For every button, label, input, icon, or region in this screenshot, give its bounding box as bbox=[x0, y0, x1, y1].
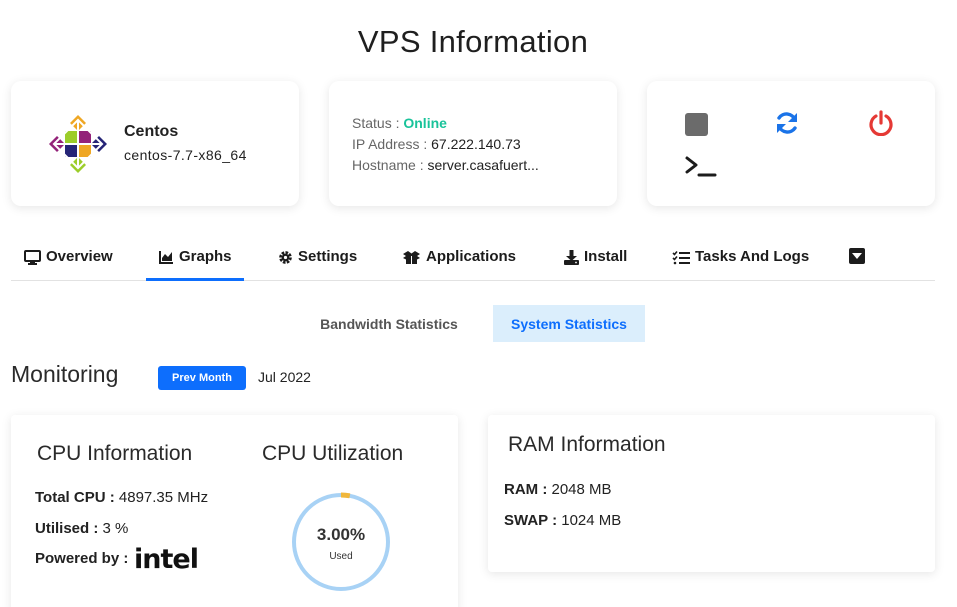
tab-label: Applications bbox=[426, 248, 517, 265]
tab-install[interactable]: Install bbox=[564, 248, 627, 281]
status-card: Status : Online IP Address : 67.222.140.… bbox=[329, 81, 617, 206]
ram-value: 2048 MB bbox=[551, 481, 612, 498]
restart-button[interactable] bbox=[773, 109, 801, 137]
ram-row: RAM : 2048 MB bbox=[504, 481, 612, 498]
swap-row: SWAP : 1024 MB bbox=[504, 512, 621, 529]
terminal-icon bbox=[685, 156, 717, 177]
tab-label: Install bbox=[584, 248, 628, 265]
total-cpu-value: 4897.35 MHz bbox=[118, 489, 209, 506]
tab-graphs[interactable]: Graphs bbox=[146, 248, 244, 281]
cpu-utilization-title: CPU Utilization bbox=[262, 442, 404, 465]
month-label: Jul 2022 bbox=[258, 369, 311, 385]
console-button[interactable] bbox=[683, 153, 719, 181]
os-name: Centos bbox=[124, 123, 179, 140]
utilised-row: Utilised : 3 % bbox=[35, 520, 128, 537]
subtab-system-statistics[interactable]: System Statistics bbox=[493, 305, 645, 342]
ip-label: IP Address : bbox=[352, 136, 428, 152]
tab-label: Tasks And Logs bbox=[695, 248, 810, 265]
subtab-bandwidth-statistics[interactable]: Bandwidth Statistics bbox=[305, 305, 473, 342]
gear-icon bbox=[279, 251, 292, 264]
utilised-value: 3 % bbox=[102, 520, 129, 537]
intel-logo: intel bbox=[134, 544, 199, 575]
actions-card bbox=[647, 81, 935, 206]
gauge-value: 3.00% bbox=[316, 525, 366, 544]
status-row: Status : Online bbox=[352, 113, 539, 134]
tab-settings[interactable]: Settings bbox=[278, 248, 357, 281]
swap-label: SWAP : bbox=[504, 512, 558, 529]
status-label: Status : bbox=[352, 115, 400, 131]
tasks-icon bbox=[672, 250, 690, 265]
os-version: centos-7.7-x86_64 bbox=[124, 147, 247, 163]
monitoring-title: Monitoring bbox=[11, 361, 119, 387]
tab-tasks-and-logs[interactable]: Tasks And Logs bbox=[672, 248, 809, 281]
total-cpu-label: Total CPU : bbox=[35, 489, 115, 506]
status-badge: Online bbox=[403, 115, 447, 131]
cpu-info-title: CPU Information bbox=[37, 442, 193, 465]
ram-label: RAM : bbox=[504, 481, 548, 498]
total-cpu-row: Total CPU : 4897.35 MHz bbox=[35, 489, 208, 506]
hostname-label: Hostname : bbox=[352, 157, 424, 173]
hostname-value: server.casafuert... bbox=[427, 157, 539, 173]
os-card: Centos centos-7.7-x86_64 bbox=[11, 81, 299, 206]
centos-logo-icon bbox=[49, 115, 107, 173]
gauge-sub-label: Used bbox=[329, 551, 353, 562]
tab-label: Graphs bbox=[179, 248, 232, 265]
tab-bar: Overview Graphs Settings Applications In… bbox=[11, 240, 935, 281]
stop-icon bbox=[684, 112, 708, 136]
tab-label: Settings bbox=[298, 248, 358, 265]
cpu-utilization-gauge: 3.00% Used bbox=[290, 491, 392, 593]
tab-label: Overview bbox=[46, 248, 113, 265]
powered-by-label: Powered by : bbox=[35, 550, 129, 567]
page-title: VPS Information bbox=[357, 24, 589, 59]
power-button[interactable] bbox=[867, 109, 895, 137]
ram-info-title: RAM Information bbox=[508, 433, 666, 456]
prev-month-button[interactable]: Prev Month bbox=[158, 366, 246, 390]
download-icon bbox=[564, 250, 579, 265]
chart-area-icon bbox=[159, 251, 173, 264]
power-icon bbox=[869, 110, 893, 136]
utilised-label: Utilised : bbox=[35, 520, 99, 537]
ip-value: 67.222.140.73 bbox=[431, 136, 521, 152]
refresh-icon bbox=[777, 112, 797, 134]
ram-card: RAM Information RAM : 2048 MB SWAP : 102… bbox=[488, 415, 935, 572]
monitor-icon bbox=[24, 250, 41, 265]
ip-row: IP Address : 67.222.140.73 bbox=[352, 134, 539, 155]
swap-value: 1024 MB bbox=[561, 512, 622, 529]
stop-button[interactable] bbox=[683, 111, 709, 137]
cpu-card: CPU Information Total CPU : 4897.35 MHz … bbox=[11, 415, 458, 607]
tab-applications[interactable]: Applications bbox=[402, 248, 516, 281]
box-open-icon bbox=[403, 251, 420, 264]
hostname-row: Hostname : server.casafuert... bbox=[352, 155, 539, 176]
caret-down-square-icon bbox=[852, 253, 862, 259]
tab-overview[interactable]: Overview bbox=[24, 248, 113, 281]
more-tabs-button[interactable] bbox=[849, 248, 865, 264]
